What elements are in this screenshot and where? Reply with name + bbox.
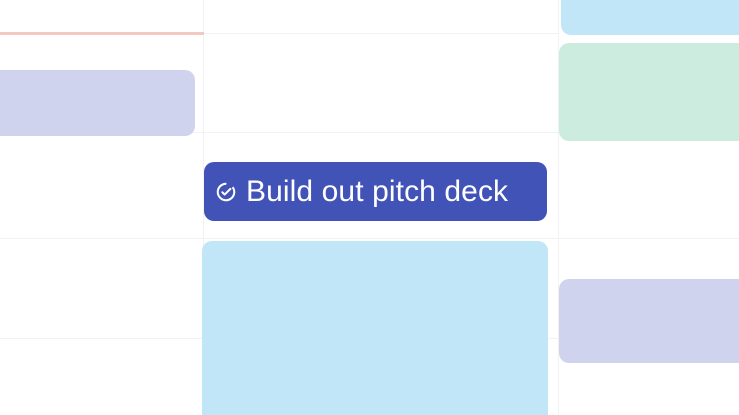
current-time-line — [0, 32, 204, 35]
hour-row-divider — [203, 33, 558, 34]
task-chip[interactable]: Build out pitch deck — [204, 162, 547, 221]
task-title: Build out pitch deck — [246, 174, 509, 208]
calendar-event[interactable] — [559, 279, 739, 363]
calendar-event[interactable] — [0, 70, 195, 136]
calendar-event[interactable] — [202, 241, 548, 415]
calendar-day-grid: Build out pitch deck — [0, 0, 739, 415]
calendar-event[interactable] — [559, 43, 739, 141]
hour-row-divider — [0, 238, 739, 239]
check-circle-icon — [214, 180, 238, 204]
calendar-event[interactable] — [561, 0, 739, 35]
